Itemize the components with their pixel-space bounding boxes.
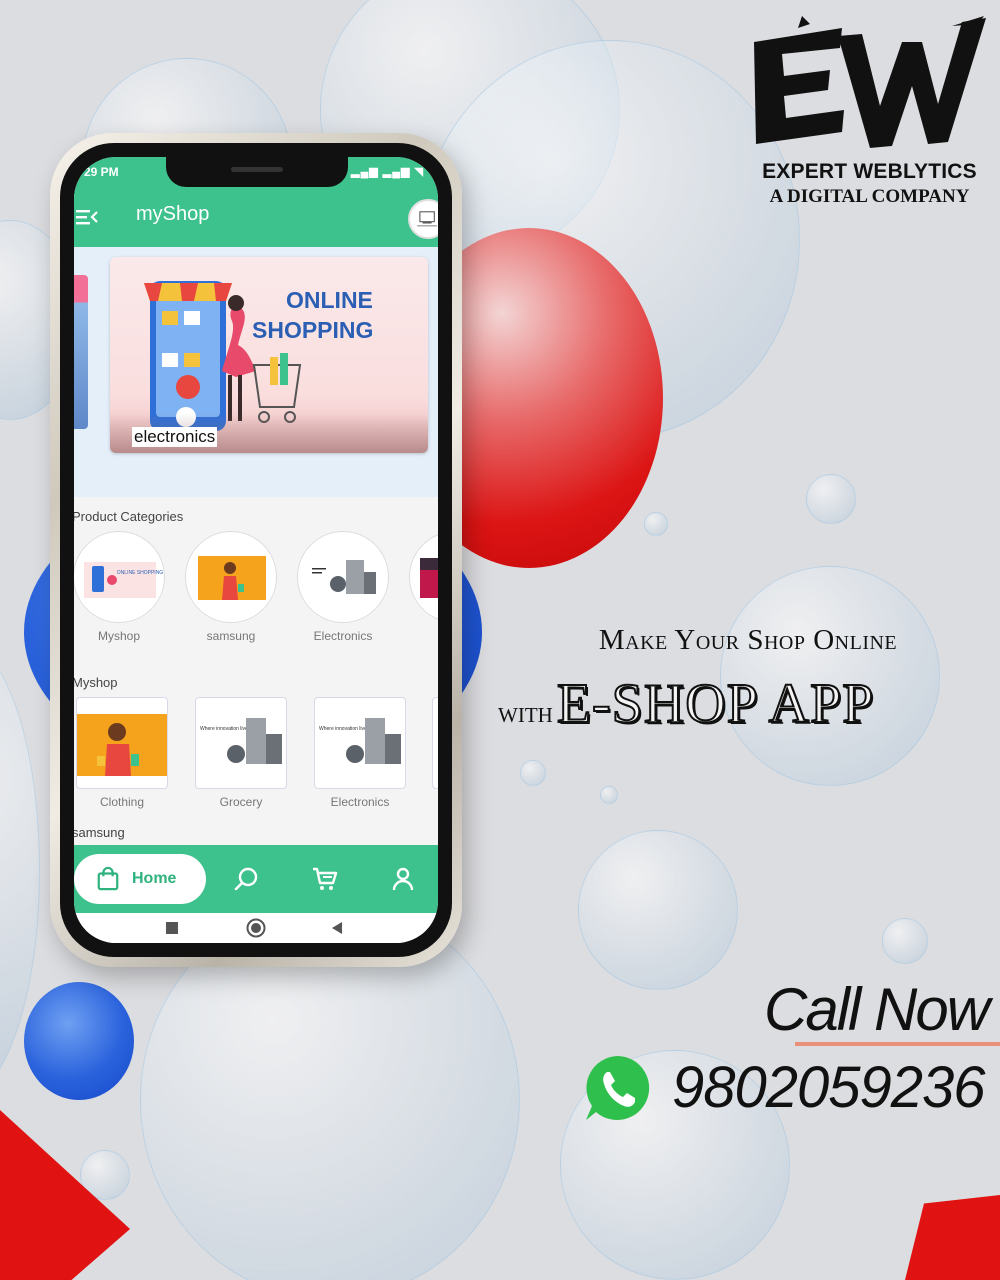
blue-dot-decor xyxy=(24,982,134,1100)
myshop-item-partial[interactable] xyxy=(432,697,438,789)
headline-app-name: E-Shop App xyxy=(556,672,875,736)
category-label: samsung xyxy=(206,629,256,643)
logo-letters: EW xyxy=(870,93,872,95)
appliances-thumb xyxy=(308,558,380,598)
nav-home-label: Home xyxy=(132,870,177,887)
bubble-decor xyxy=(882,918,928,964)
banner-heading-2: SHOPPING xyxy=(252,317,374,343)
bubble-decor xyxy=(644,512,668,536)
myshop-label: Grocery xyxy=(219,795,263,809)
home-circle-icon[interactable] xyxy=(246,918,266,938)
phone-notch xyxy=(166,157,348,187)
app-title: myShop xyxy=(136,203,210,225)
category-thumb: ONLINE SHOPPING xyxy=(74,531,165,623)
status-time: 29 PM xyxy=(84,165,119,179)
category-item-partial[interactable] xyxy=(408,531,438,623)
category-label: Myshop xyxy=(97,629,141,643)
menu-icon[interactable] xyxy=(76,207,98,227)
app-screen: 29 PM ▂▄▆ ▂▄▆ ◥ myShop ONLINE SHOPPING e… xyxy=(74,157,438,943)
shopping-bag-icon xyxy=(97,866,119,891)
call-now-underline xyxy=(795,1042,1000,1046)
section-title-samsung: samsung xyxy=(74,825,125,840)
clothing-thumb xyxy=(77,714,167,776)
signal-wifi-icon: ▂▄▆ ▂▄▆ ◥ xyxy=(351,166,424,178)
section-title-categories: Product Categories xyxy=(74,509,184,524)
app-bar: myShop xyxy=(74,187,438,247)
banner-card[interactable]: ONLINE SHOPPING electronics xyxy=(110,257,428,453)
phone-bezel: 29 PM ▂▄▆ ▂▄▆ ◥ myShop ONLINE SHOPPING e… xyxy=(60,143,452,957)
online-shopping-thumb: ONLINE SHOPPING xyxy=(84,562,164,598)
back-icon[interactable] xyxy=(330,921,344,935)
search-icon[interactable] xyxy=(234,866,260,892)
category-item[interactable]: Electronics xyxy=(296,531,390,643)
bubble-decor xyxy=(578,830,738,990)
myshop-thumb: Where innovation lives xyxy=(314,697,406,789)
bubble-decor xyxy=(600,786,618,804)
myshop-list: Clothing Where innovation lives Grocery … xyxy=(74,697,438,817)
appliances-thumb-text: Where innovation lives xyxy=(319,726,370,732)
whatsapp-icon[interactable] xyxy=(582,1052,654,1124)
phone-mockup: 29 PM ▂▄▆ ▂▄▆ ◥ myShop ONLINE SHOPPING e… xyxy=(50,133,462,967)
section-title-myshop: Myshop xyxy=(74,675,118,690)
appliances-thumb: Where innovation lives xyxy=(315,714,405,776)
headline-with: with xyxy=(498,696,553,729)
category-item[interactable]: ONLINE SHOPPING Myshop xyxy=(74,531,166,643)
cart-icon[interactable] xyxy=(312,866,338,892)
banner-prev-slide[interactable] xyxy=(74,275,88,429)
myshop-thumb xyxy=(76,697,168,789)
avatar[interactable] xyxy=(408,199,438,239)
banner-heading-1: ONLINE xyxy=(286,287,373,313)
user-icon[interactable] xyxy=(390,866,416,892)
category-thumb xyxy=(185,531,277,623)
nav-home-button[interactable]: Home xyxy=(74,854,206,904)
category-thumb xyxy=(409,531,438,623)
online-shopping-thumb-text: ONLINE SHOPPING xyxy=(117,570,164,576)
myshop-item[interactable]: Clothing xyxy=(76,697,168,809)
bottom-nav: Home xyxy=(74,845,438,913)
partial-thumb xyxy=(420,558,438,598)
brand-name: EXPERT WEBLYTICS xyxy=(762,160,977,183)
myshop-label: Electronics xyxy=(330,795,390,809)
myshop-thumb xyxy=(432,697,438,789)
myshop-item[interactable]: Where innovation lives Grocery xyxy=(195,697,287,809)
category-thumb xyxy=(297,531,389,623)
category-item[interactable]: samsung xyxy=(184,531,278,643)
call-now-label: Call Now xyxy=(764,976,990,1043)
headline-line1: Make Your Shop Online xyxy=(598,624,898,656)
system-nav-bar xyxy=(74,913,438,943)
speaker-grille xyxy=(231,167,283,172)
category-list: ONLINE SHOPPING Myshop samsung Electroni… xyxy=(74,531,438,651)
clothing-thumb xyxy=(198,556,266,600)
myshop-label: Clothing xyxy=(99,795,145,809)
poster: EW EXPERT WEBLYTICS A DIGITAL COMPANY Ma… xyxy=(0,0,1000,1280)
brand-logo: EW EXPERT WEBLYTICS A DIGITAL COMPANY xyxy=(752,14,987,207)
brand-tagline: A DIGITAL COMPANY xyxy=(769,186,970,207)
recents-icon[interactable] xyxy=(165,921,179,935)
banner-label: electronics xyxy=(132,427,218,447)
banner-carousel[interactable]: ONLINE SHOPPING electronics xyxy=(74,247,438,497)
store-logo-icon xyxy=(417,211,437,227)
myshop-thumb: Where innovation lives xyxy=(195,697,287,789)
category-label: Electronics xyxy=(313,629,373,643)
appliances-thumb: Where innovation lives xyxy=(196,714,286,776)
headline-line2: with E-Shop App xyxy=(498,672,988,736)
myshop-item[interactable]: Where innovation lives Electronics xyxy=(314,697,406,809)
phone-number[interactable]: 9802059236 xyxy=(672,1054,1000,1121)
red-corner-decor xyxy=(905,1195,1000,1280)
bubble-decor xyxy=(520,760,546,786)
bubble-decor xyxy=(806,474,856,524)
ew-logo-mark: EW xyxy=(754,16,986,148)
appliances-thumb-text: Where innovation lives xyxy=(200,726,251,732)
